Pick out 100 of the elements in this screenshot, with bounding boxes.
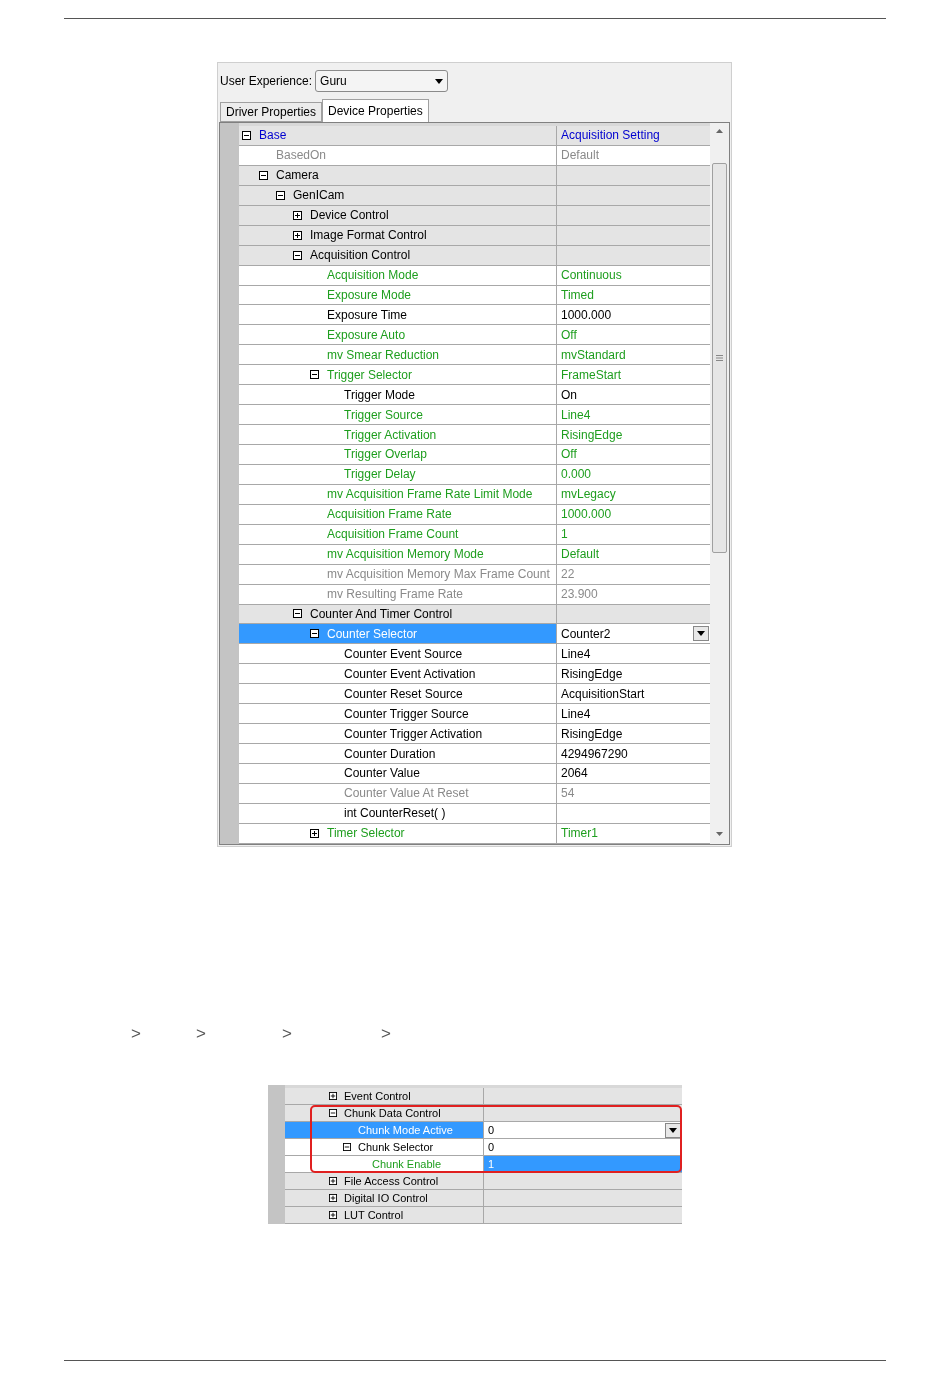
value-cell[interactable]: On <box>556 385 710 405</box>
value-cell[interactable] <box>483 1088 682 1104</box>
tab[interactable]: Driver Properties <box>220 102 323 122</box>
name-cell[interactable]: Counter Event Source <box>239 644 556 664</box>
tab[interactable]: Device Properties <box>322 99 429 122</box>
name-cell[interactable]: File Access Control <box>285 1173 483 1189</box>
user-experience-select[interactable]: Guru <box>315 70 449 92</box>
value-cell[interactable]: 4294967290 <box>556 744 710 763</box>
property-value: 23.900 <box>561 586 599 604</box>
name-cell[interactable]: Event Control <box>285 1088 483 1104</box>
breadcrumb-separator: > <box>131 1024 141 1044</box>
value-cell[interactable]: 2064 <box>556 764 710 783</box>
property-name: Image Format Control <box>310 227 427 245</box>
dropdown-button[interactable] <box>665 1122 681 1138</box>
name-cell[interactable]: Trigger Source <box>239 405 556 425</box>
value-cell[interactable]: 0 <box>483 1122 682 1138</box>
collapse-icon[interactable] <box>329 1109 337 1117</box>
expand-icon[interactable] <box>329 1177 337 1185</box>
property-name: Camera <box>276 167 319 185</box>
scrollbar-thumb[interactable] <box>712 163 727 553</box>
value-cell[interactable] <box>483 1173 682 1189</box>
expand-icon[interactable] <box>310 828 319 838</box>
property-name: Trigger Delay <box>344 466 416 484</box>
value-cell[interactable]: RisingEdge <box>556 425 710 444</box>
value-cell[interactable]: 1000.000 <box>556 305 710 325</box>
property-value: 1000.000 <box>561 506 613 524</box>
expand-icon[interactable] <box>293 210 302 220</box>
name-cell[interactable]: Counter Trigger Activation <box>239 724 556 744</box>
name-cell[interactable]: Base <box>239 126 556 145</box>
value-cell[interactable]: Acquisition Setting <box>556 126 710 145</box>
property-value: 0.000 <box>561 466 593 484</box>
value-cell[interactable]: RisingEdge <box>556 664 710 684</box>
name-cell[interactable]: Trigger Selector <box>239 365 556 385</box>
value-cell[interactable] <box>483 1190 682 1206</box>
property-name: Acquisition Control <box>310 247 411 265</box>
property-name: Counter Value At Reset <box>344 785 469 803</box>
value-cell[interactable]: RisingEdge <box>556 724 710 744</box>
property-name: Event Control <box>344 1088 411 1104</box>
value-cell[interactable]: Line4 <box>556 644 710 664</box>
name-cell[interactable]: LUT Control <box>285 1207 483 1223</box>
property-value: On <box>561 386 578 404</box>
property-name: Device Control <box>310 207 389 225</box>
expand-icon[interactable] <box>329 1194 337 1202</box>
collapse-icon[interactable] <box>242 130 251 140</box>
property-name: Counter Value <box>344 765 420 783</box>
value-cell[interactable]: Counter2 <box>556 624 710 644</box>
property-value: mvLegacy <box>561 486 617 504</box>
value-cell[interactable]: Off <box>556 445 710 464</box>
value-cell[interactable]: FrameStart <box>556 365 710 385</box>
collapse-icon[interactable] <box>343 1143 351 1151</box>
name-cell[interactable]: mv Smear Reduction <box>239 345 556 365</box>
property-value: 1 <box>561 526 569 544</box>
name-cell[interactable]: Counter Selector <box>239 624 556 644</box>
value-cell[interactable]: AcquisitionStart <box>556 684 710 704</box>
value-cell[interactable]: Line4 <box>556 704 710 724</box>
property-value: Line4 <box>561 705 592 723</box>
breadcrumb-separator: > <box>381 1024 391 1044</box>
collapse-icon[interactable] <box>310 629 319 639</box>
name-cell[interactable]: Trigger Overlap <box>239 445 556 464</box>
expand-icon[interactable] <box>293 230 302 240</box>
expand-icon[interactable] <box>329 1211 337 1219</box>
name-cell[interactable]: Chunk Mode Active <box>285 1122 483 1138</box>
name-cell[interactable]: Counter Reset Source <box>239 684 556 704</box>
name-cell[interactable]: Trigger Mode <box>239 385 556 405</box>
name-cell[interactable]: Exposure Time <box>239 305 556 325</box>
property-name: mv Acquisition Memory Mode <box>327 546 484 564</box>
value-cell[interactable]: Off <box>556 325 710 345</box>
value-cell[interactable] <box>483 1207 682 1223</box>
name-cell[interactable]: Counter Value <box>239 764 556 783</box>
name-cell[interactable]: Counter Event Activation <box>239 664 556 684</box>
property-value: mvStandard <box>561 346 627 364</box>
value-cell[interactable]: mvStandard <box>556 345 710 365</box>
name-cell[interactable]: Trigger Activation <box>239 425 556 444</box>
scroll-down-arrow-icon[interactable] <box>716 832 723 836</box>
name-cell[interactable]: Counter Trigger Source <box>239 704 556 724</box>
value-cell[interactable]: Line4 <box>556 405 710 425</box>
dropdown-button[interactable] <box>693 626 709 642</box>
property-name: mv Acquisition Frame Rate Limit Mode <box>327 486 533 504</box>
property-name: Trigger Activation <box>344 426 437 444</box>
property-value: 1 <box>488 1156 496 1172</box>
name-cell[interactable]: Chunk Selector <box>285 1139 483 1155</box>
name-cell[interactable]: Chunk Enable <box>285 1156 483 1172</box>
value-cell[interactable]: 1 <box>483 1156 682 1172</box>
collapse-icon[interactable] <box>276 190 285 200</box>
name-cell[interactable]: Exposure Auto <box>239 325 556 345</box>
value-cell[interactable]: 0 <box>483 1139 682 1155</box>
expand-icon[interactable] <box>329 1092 337 1100</box>
property-name: Chunk Mode Active <box>358 1122 453 1138</box>
name-cell[interactable]: Counter Duration <box>239 744 556 763</box>
collapse-icon[interactable] <box>310 370 319 380</box>
property-name: Digital IO Control <box>344 1190 428 1206</box>
collapse-icon[interactable] <box>259 170 268 180</box>
name-cell[interactable]: Digital IO Control <box>285 1190 483 1206</box>
property-value: 0 <box>488 1139 496 1155</box>
user-experience-label: User Experience: <box>220 73 313 90</box>
property-name: Base <box>259 127 287 145</box>
scroll-up-arrow-icon[interactable] <box>716 129 723 133</box>
collapse-icon[interactable] <box>293 609 302 619</box>
breadcrumb-separator: > <box>282 1024 292 1044</box>
collapse-icon[interactable] <box>293 250 302 260</box>
